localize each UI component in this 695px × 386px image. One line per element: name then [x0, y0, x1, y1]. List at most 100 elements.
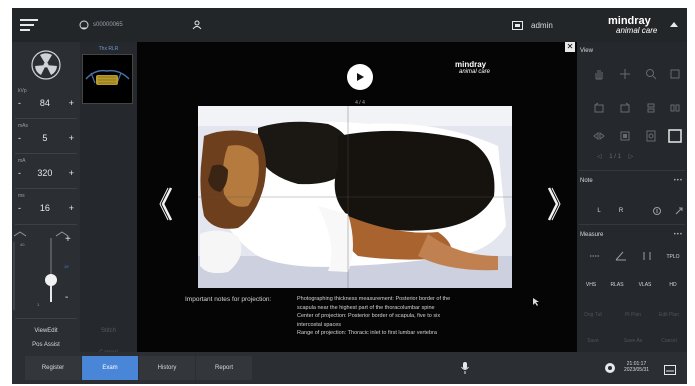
note-line: scapula near the highest part of the tho…	[297, 304, 435, 311]
pager-next-icon[interactable]: ▷	[629, 154, 634, 160]
clock-date: 2023/05/31	[624, 367, 650, 373]
ms-decrease-button[interactable]: -	[16, 203, 23, 213]
divider	[15, 153, 77, 154]
ms-increase-button[interactable]: +	[67, 203, 76, 213]
tab-register[interactable]: Register	[25, 356, 81, 380]
view-section-title: View	[580, 48, 593, 54]
flip-vertical-icon[interactable]	[643, 100, 659, 116]
card-icon[interactable]	[512, 8, 523, 42]
mas-value: 5	[42, 133, 48, 143]
frame-select-icon[interactable]	[667, 128, 683, 144]
pan-hand-icon[interactable]	[591, 66, 607, 82]
save-as-button[interactable]: Save As	[621, 338, 645, 344]
divider	[15, 318, 77, 319]
play-icon	[357, 73, 364, 81]
pt-plan-button[interactable]: Pt Plan	[621, 312, 645, 318]
ma-decrease-button[interactable]: -	[16, 168, 23, 178]
stitch-button[interactable]: Stitch	[80, 320, 137, 342]
divider	[579, 170, 685, 171]
patient-icon[interactable]	[78, 8, 90, 42]
note-line: Center of projection: Posterior border o…	[297, 313, 441, 319]
protocol-title: Thx RLR	[98, 46, 119, 52]
pager-prev-icon[interactable]: ◁	[597, 154, 602, 160]
mas-increase-button[interactable]: +	[67, 133, 76, 143]
slider-track[interactable]	[45, 238, 57, 302]
measure-more-button[interactable]: •••	[674, 232, 683, 238]
bottom-bar: Register Exam History Report 21:01:17 20…	[12, 352, 687, 384]
previous-arrow-icon[interactable]	[159, 184, 175, 224]
ratio-measure-icon[interactable]	[639, 248, 655, 264]
line-measure-icon[interactable]	[587, 248, 603, 264]
radiation-icon[interactable]	[31, 50, 61, 80]
ma-control: mA - 320 +	[12, 156, 80, 188]
tab-report[interactable]: Report	[196, 356, 252, 380]
rotate-left-icon[interactable]	[591, 100, 607, 116]
brand-sub: animal care	[616, 25, 658, 35]
note-more-button[interactable]: •••	[674, 178, 683, 184]
tplo-button[interactable]: TPLO	[661, 254, 685, 260]
rlas-button[interactable]: RLAS	[605, 282, 629, 288]
clock: 21:01:17 2023/05/31	[624, 361, 649, 373]
notes-label: Important notes for projection:	[185, 296, 272, 303]
ma-increase-button[interactable]: +	[67, 168, 76, 178]
next-arrow-icon[interactable]	[545, 184, 561, 224]
mas-label: mAs	[18, 123, 28, 129]
mouse-cursor-icon	[533, 298, 539, 306]
slider-thumb[interactable]	[45, 273, 57, 286]
measure-section-title: Measure	[580, 232, 604, 238]
kvp-increase-button[interactable]: +	[67, 98, 76, 108]
protocol-thumbnail[interactable]	[82, 54, 133, 104]
arrow-annotation-icon[interactable]	[671, 203, 687, 219]
view-pager: ◁ 1 / 1 ▷	[597, 153, 633, 160]
dog-tuf-button[interactable]: Dog Tuf	[581, 312, 605, 318]
slider-top-value: 40	[20, 242, 25, 247]
note-left-marker-button[interactable]: L	[587, 208, 611, 214]
move-icon[interactable]	[617, 66, 633, 82]
vhs-button[interactable]: VHS	[579, 282, 603, 288]
microphone-icon[interactable]	[461, 361, 469, 379]
play-button[interactable]	[347, 64, 373, 90]
save-button[interactable]: Save	[581, 338, 605, 344]
menu-icon[interactable]	[20, 8, 38, 42]
measure-cancel-button[interactable]: Cancel	[657, 338, 681, 344]
slider-increase-button[interactable]: +	[65, 234, 71, 245]
tab-history[interactable]: History	[139, 356, 195, 380]
kvp-label: kVp	[18, 88, 27, 94]
keyboard-icon[interactable]	[664, 362, 676, 380]
slider-decrease-button[interactable]: -	[65, 292, 68, 303]
top-bar: s00000065 admin mindray animal care	[12, 8, 687, 42]
tab-exam[interactable]: Exam	[82, 356, 138, 380]
image-icon[interactable]	[617, 128, 633, 144]
mas-control: mAs - 5 +	[12, 121, 80, 153]
thickness-slider-group: 40 + - 19 1	[12, 230, 80, 314]
vlas-button[interactable]: VLAS	[633, 282, 657, 288]
hd-button[interactable]: HD	[661, 282, 685, 288]
angle-measure-icon[interactable]	[613, 248, 629, 264]
flip-horizontal-icon[interactable]	[667, 100, 683, 116]
eject-icon[interactable]	[670, 8, 678, 42]
viewer-logo-sub: animal care	[459, 69, 491, 75]
user-name[interactable]: admin	[531, 8, 553, 42]
kvp-decrease-button[interactable]: -	[16, 98, 23, 108]
note-line: Photographing thickness measurement: Pos…	[297, 296, 451, 302]
magnifier-box-icon[interactable]	[643, 128, 659, 144]
ms-label: ms	[18, 193, 25, 199]
viewer-logo: mindray animal care	[455, 60, 490, 75]
slider-side-value: 19	[64, 264, 69, 269]
exposure-panel: kVp - 84 + mAs - 5 + mA - 320 + ms - 16 …	[12, 42, 80, 352]
close-icon[interactable]: ✕	[565, 42, 575, 52]
kvp-value: 84	[39, 98, 50, 108]
compare-icon[interactable]	[591, 128, 607, 144]
note-right-marker-button[interactable]: R	[609, 208, 633, 214]
fit-screen-icon[interactable]	[667, 66, 683, 82]
ma-label: mA	[18, 158, 26, 164]
mas-decrease-button[interactable]: -	[16, 133, 23, 143]
settings-icon[interactable]	[604, 361, 616, 379]
rotate-right-icon[interactable]	[617, 100, 633, 116]
annotation-icon[interactable]	[649, 203, 665, 219]
edit-plan-button[interactable]: Edit Plan	[657, 312, 681, 318]
divider	[15, 188, 77, 189]
brand-main: mindray	[608, 14, 651, 27]
user-icon[interactable]	[192, 8, 202, 42]
zoom-icon[interactable]	[643, 66, 659, 82]
